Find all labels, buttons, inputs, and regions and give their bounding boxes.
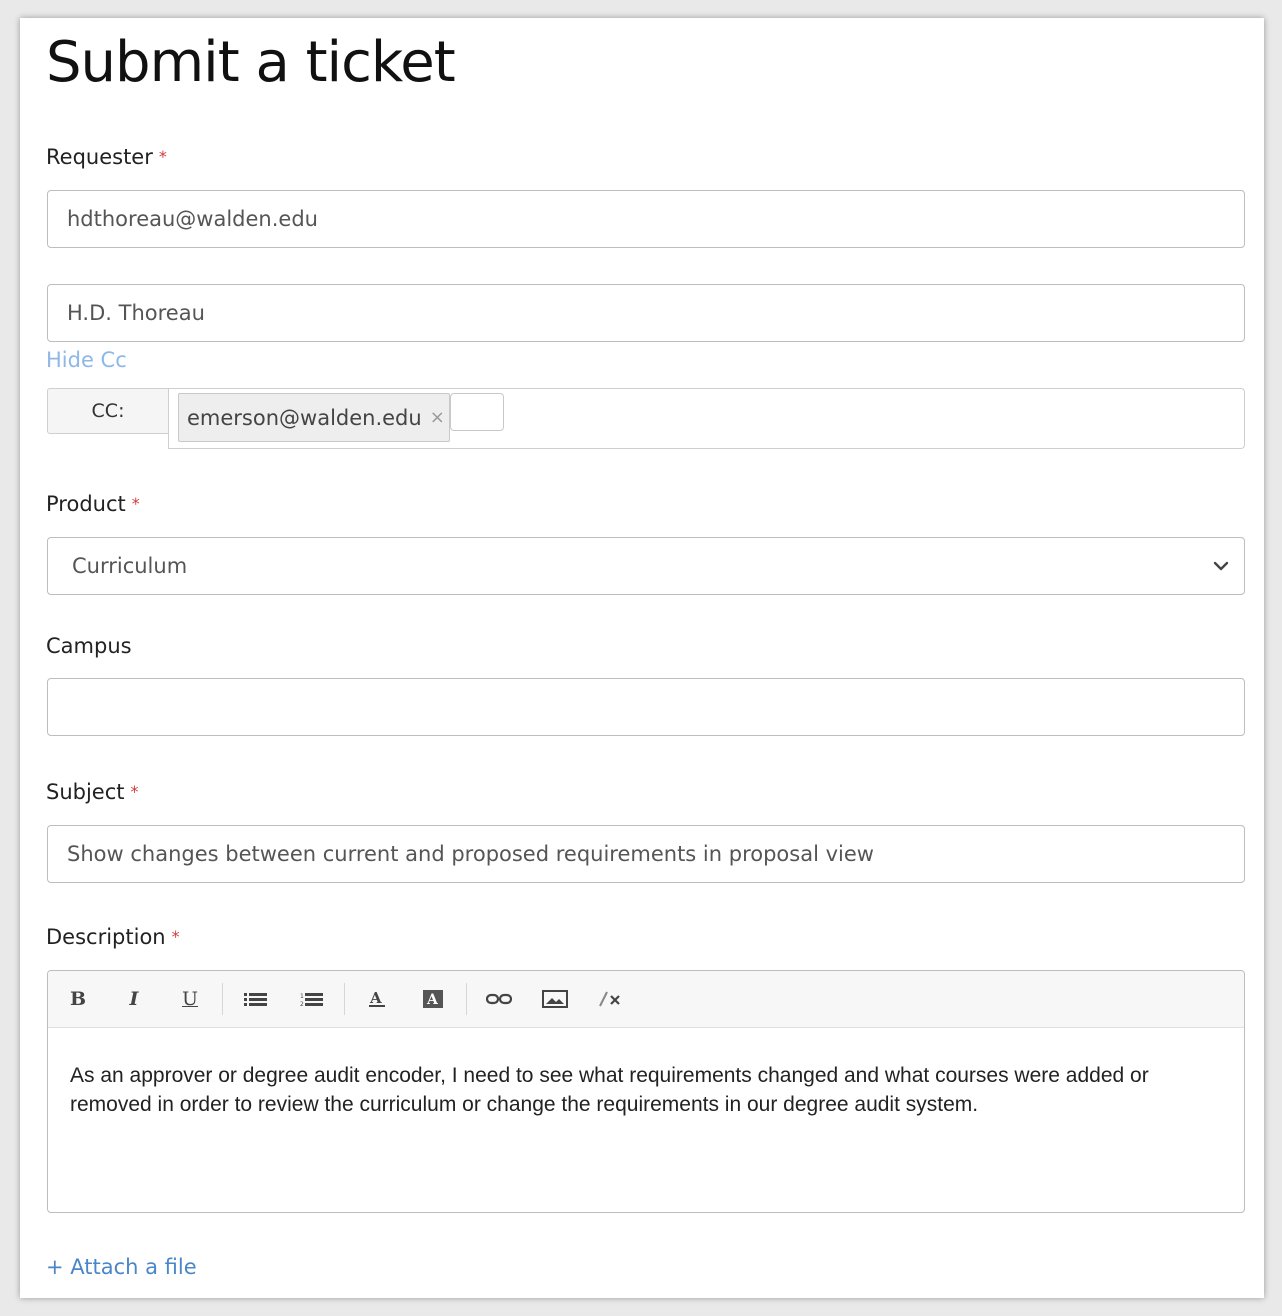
clear-formatting-button[interactable] (595, 985, 625, 1013)
toolbar-divider (344, 983, 345, 1015)
required-asterisk: * (131, 494, 140, 513)
cc-email-input[interactable] (450, 393, 504, 431)
description-text[interactable]: As an approver or degree audit encoder, … (70, 1061, 1230, 1119)
svg-text:2: 2 (300, 1001, 304, 1008)
requester-label-text: Requester (46, 145, 153, 169)
bulleted-list-button[interactable] (241, 985, 271, 1013)
requester-email-field[interactable]: hdthoreau@walden.edu (47, 190, 1245, 248)
numbered-list-button[interactable]: 1 2 (297, 985, 327, 1013)
subject-field[interactable]: Show changes between current and propose… (47, 825, 1245, 883)
clear-formatting-icon (599, 991, 620, 1007)
toolbar-divider (466, 983, 467, 1015)
cc-row: CC: emerson@walden.edu × (47, 388, 1245, 449)
underline-button[interactable]: U (175, 985, 205, 1013)
required-asterisk: * (158, 147, 167, 166)
bulleted-list-icon (244, 993, 267, 1006)
link-icon (486, 993, 512, 1005)
svg-text:A: A (369, 989, 382, 1007)
product-label: Product * (46, 492, 140, 516)
attach-file-link[interactable]: + Attach a file (46, 1255, 197, 1279)
text-color-icon: A (369, 989, 385, 1007)
image-icon (542, 990, 568, 1008)
cc-chip: emerson@walden.edu × (178, 393, 450, 442)
campus-label: Campus (46, 634, 132, 658)
required-asterisk: * (171, 927, 180, 946)
page-title: Submit a ticket (46, 30, 456, 95)
svg-text:A: A (426, 992, 439, 1008)
background-color-icon: A (423, 990, 443, 1008)
toolbar-divider (222, 983, 223, 1015)
campus-field[interactable] (47, 678, 1245, 736)
requester-label: Requester * (46, 145, 167, 169)
subject-value: Show changes between current and propose… (67, 842, 874, 866)
subject-label-text: Subject (46, 780, 125, 804)
numbered-list-icon: 1 2 (300, 993, 323, 1008)
remove-chip-icon[interactable]: × (430, 407, 445, 428)
hide-cc-link[interactable]: Hide Cc (46, 348, 127, 372)
requester-name-field[interactable]: H.D. Thoreau (47, 284, 1245, 342)
image-button[interactable] (540, 985, 570, 1013)
svg-text:1: 1 (300, 993, 304, 1000)
chevron-down-icon (1213, 561, 1229, 571)
subject-label: Subject * (46, 780, 139, 804)
bold-button[interactable]: B (63, 985, 93, 1013)
background-color-button[interactable]: A (418, 985, 448, 1013)
editor-toolbar: B I U 1 2 A A (48, 971, 1244, 1028)
cc-chip-email: emerson@walden.edu (187, 405, 422, 430)
description-label-text: Description (46, 925, 166, 949)
requester-name-value: H.D. Thoreau (67, 301, 205, 325)
campus-label-text: Campus (46, 634, 132, 658)
required-asterisk: * (130, 782, 139, 801)
product-selected-value: Curriculum (72, 554, 188, 578)
description-editor[interactable]: B I U 1 2 A A As an approver or degree a… (47, 970, 1245, 1213)
product-select[interactable]: Curriculum (47, 537, 1245, 595)
product-label-text: Product (46, 492, 126, 516)
link-button[interactable] (484, 985, 514, 1013)
ticket-form-card: Submit a ticket Requester * hdthoreau@wal… (20, 18, 1264, 1298)
text-color-button[interactable]: A (362, 985, 392, 1013)
italic-button[interactable]: I (119, 985, 149, 1013)
cc-input-box[interactable]: emerson@walden.edu × (168, 388, 1245, 449)
description-label: Description * (46, 925, 180, 949)
cc-label: CC: (47, 388, 169, 434)
requester-email-value: hdthoreau@walden.edu (67, 207, 318, 231)
